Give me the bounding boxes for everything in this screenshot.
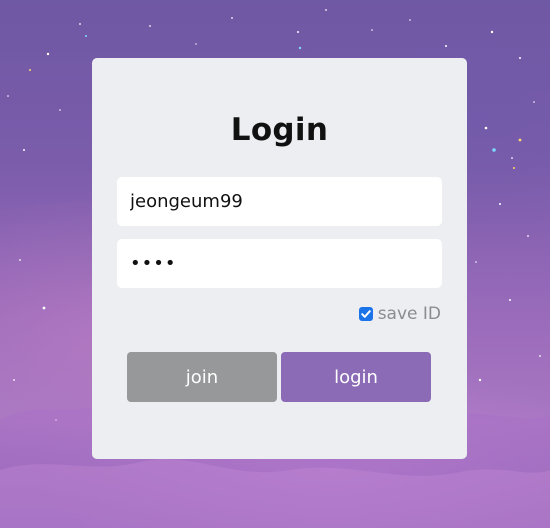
join-button-label: join: [185, 366, 219, 388]
save-id-label: save ID: [377, 304, 441, 324]
password-input[interactable]: [117, 239, 442, 288]
save-id-option: save ID: [358, 304, 441, 324]
login-button[interactable]: login: [281, 352, 431, 402]
login-button-label: login: [334, 366, 378, 388]
checkmark-icon: [360, 310, 371, 318]
username-input[interactable]: [117, 177, 442, 226]
join-button[interactable]: join: [127, 352, 277, 402]
login-card: Login save ID join login: [92, 58, 467, 459]
login-title: Login: [230, 112, 329, 148]
save-id-checkbox[interactable]: [358, 307, 373, 321]
